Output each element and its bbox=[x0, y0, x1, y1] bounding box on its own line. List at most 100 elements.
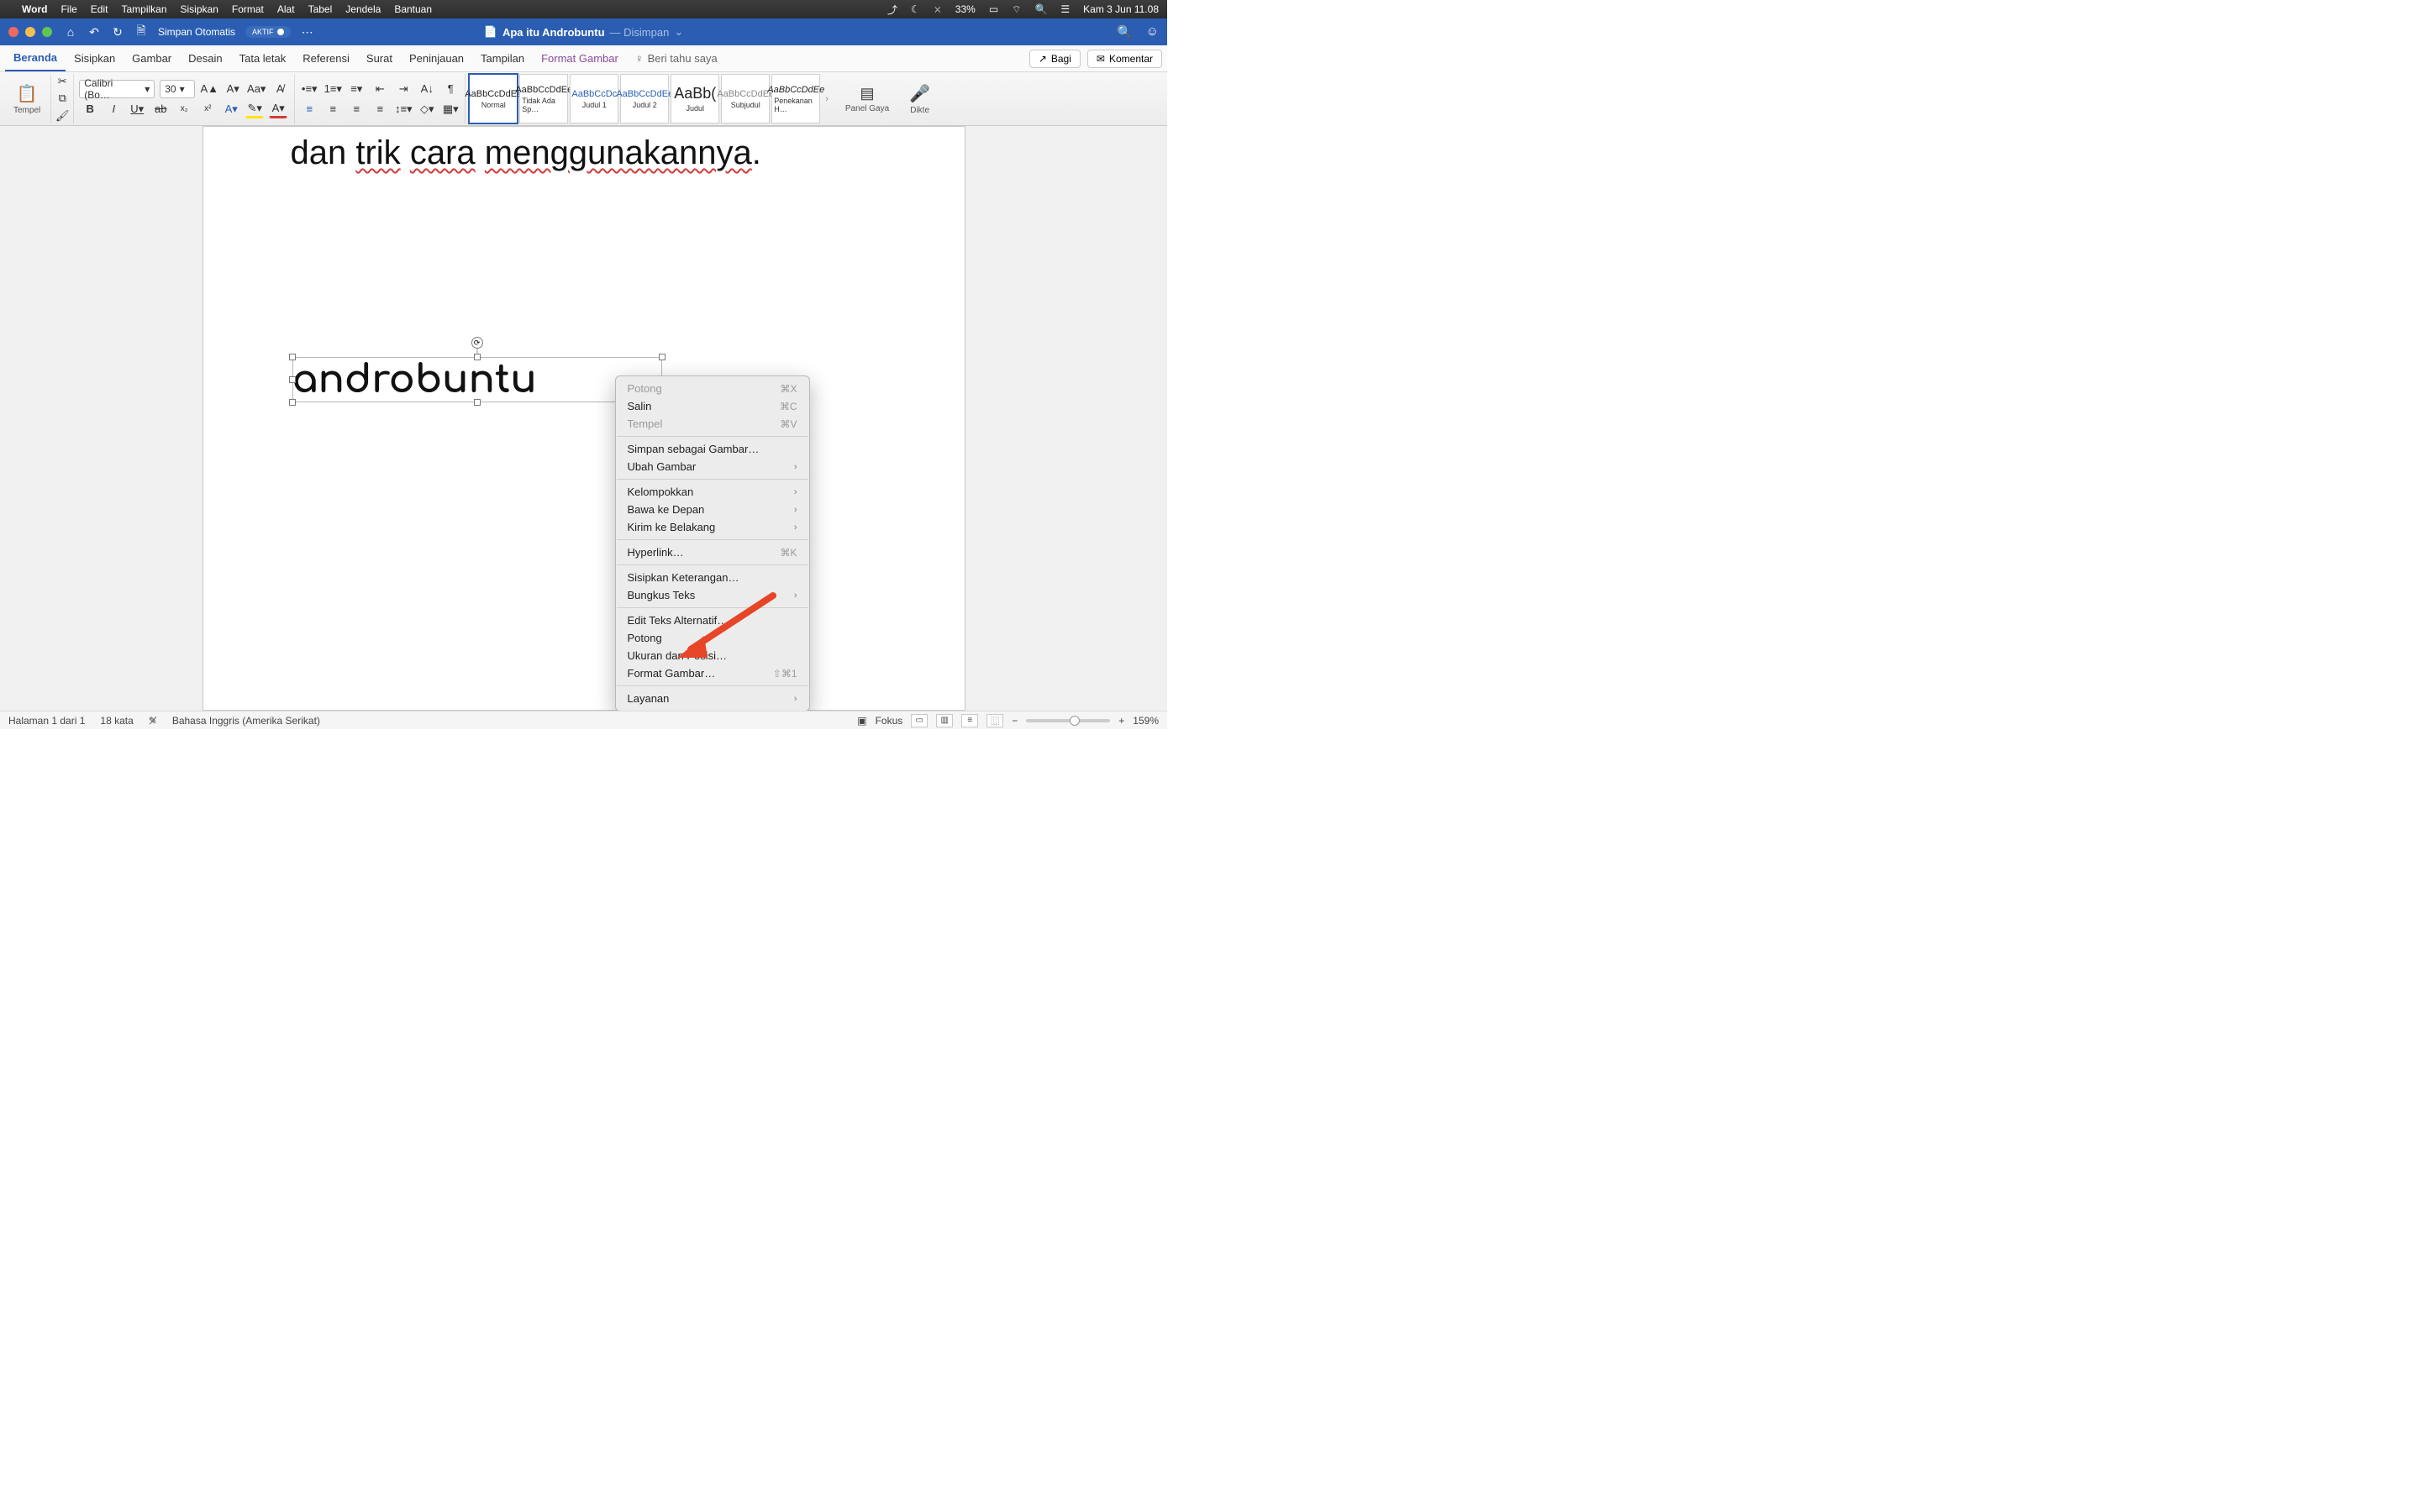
style-subtitle[interactable]: AaBbCcDdEeSubjudul bbox=[721, 74, 770, 123]
superscript-button[interactable]: x² bbox=[198, 100, 217, 118]
tell-me[interactable]: ♀ Beri tahu saya bbox=[627, 45, 726, 71]
shrink-font-icon[interactable]: A▾ bbox=[224, 80, 242, 98]
line-spacing-icon[interactable]: ↕≡▾ bbox=[394, 100, 413, 118]
style-heading1[interactable]: AaBbCcDcJudul 1 bbox=[570, 74, 618, 123]
zoom-slider[interactable] bbox=[1026, 719, 1110, 722]
style-emphasis[interactable]: AaBbCcDdEePenekanan H… bbox=[771, 74, 820, 123]
document-workspace[interactable]: dan trik cara menggunakannya. ⟳ androbun… bbox=[0, 126, 1167, 711]
styles-gallery[interactable]: AaBbCcDdEeNormal AaBbCcDdEeTidak Ada Sp…… bbox=[466, 74, 835, 123]
menu-format[interactable]: Format bbox=[232, 3, 264, 15]
ctx-crop[interactable]: Potong bbox=[616, 629, 809, 647]
menu-view[interactable]: Tampilkan bbox=[121, 3, 166, 15]
ctx-group[interactable]: Kelompokkan› bbox=[616, 483, 809, 501]
battery-icon[interactable]: ▭ bbox=[989, 3, 998, 15]
copy-icon[interactable]: ⧉ bbox=[53, 91, 71, 106]
wifi-icon[interactable]: ⌔ bbox=[1012, 3, 1021, 16]
format-painter-icon[interactable]: 🖌 bbox=[53, 108, 71, 123]
ctx-edit-alt-text[interactable]: Edit Teks Alternatif… bbox=[616, 612, 809, 629]
tab-insert[interactable]: Sisipkan bbox=[66, 45, 124, 71]
app-name[interactable]: Word bbox=[22, 3, 47, 15]
share-button[interactable]: ↗Bagi bbox=[1029, 50, 1081, 68]
cursor-icon[interactable]: ⤴ bbox=[887, 3, 897, 17]
tab-design[interactable]: Desain bbox=[180, 45, 230, 71]
font-name-select[interactable]: Calibri (Bo…▾ bbox=[79, 80, 155, 98]
menu-insert[interactable]: Sisipkan bbox=[181, 3, 218, 15]
redo-icon[interactable]: ↻ bbox=[111, 25, 124, 39]
style-normal[interactable]: AaBbCcDdEeNormal bbox=[469, 74, 518, 123]
multilevel-list-icon[interactable]: ≡▾ bbox=[347, 80, 366, 98]
italic-button[interactable]: I bbox=[104, 100, 123, 118]
spotlight-icon[interactable]: 🔍 bbox=[1034, 3, 1047, 15]
ctx-size-position[interactable]: Ukuran dan Posisi… bbox=[616, 647, 809, 664]
cut-icon[interactable]: ✂ bbox=[53, 74, 71, 89]
gallery-next-icon[interactable]: › bbox=[822, 74, 832, 123]
tab-references[interactable]: Referensi bbox=[294, 45, 358, 71]
view-web-button[interactable]: ≡ bbox=[961, 714, 978, 727]
dictate-button[interactable]: 🎤 Dikte bbox=[904, 83, 935, 115]
word-count[interactable]: 18 kata bbox=[100, 715, 133, 727]
page-indicator[interactable]: Halaman 1 dari 1 bbox=[8, 715, 85, 727]
control-center-icon[interactable]: ☰ bbox=[1060, 3, 1070, 15]
view-outline-button[interactable]: ⿲ bbox=[986, 714, 1003, 727]
font-color-icon[interactable]: A▾ bbox=[269, 100, 287, 118]
document-title[interactable]: 📄 Apa itu Androbuntu — Disimpan ⌄ bbox=[484, 25, 683, 39]
resize-handle-t[interactable] bbox=[474, 354, 481, 360]
align-left-icon[interactable]: ≡ bbox=[300, 100, 318, 118]
clock-text[interactable]: Kam 3 Jun 11.08 bbox=[1083, 3, 1159, 15]
bold-button[interactable]: B bbox=[81, 100, 99, 118]
zoom-value[interactable]: 159% bbox=[1133, 715, 1159, 727]
borders-icon[interactable]: ▦▾ bbox=[441, 100, 460, 118]
resize-handle-b[interactable] bbox=[474, 399, 481, 406]
align-right-icon[interactable]: ≡ bbox=[347, 100, 366, 118]
menu-table[interactable]: Tabel bbox=[308, 3, 333, 15]
ctx-copy[interactable]: Salin⌘C bbox=[616, 397, 809, 415]
proofing-icon[interactable]: ✎̸ bbox=[149, 715, 157, 727]
view-read-button[interactable]: ▭ bbox=[911, 714, 928, 727]
increase-indent-icon[interactable]: ⇥ bbox=[394, 80, 413, 98]
grow-font-icon[interactable]: A▲ bbox=[200, 80, 218, 98]
menu-help[interactable]: Bantuan bbox=[394, 3, 432, 15]
window-close-button[interactable] bbox=[8, 27, 18, 37]
style-title[interactable]: AaBb(Judul bbox=[671, 74, 719, 123]
document-text[interactable]: dan trik cara menggunakannya. bbox=[291, 127, 877, 174]
file-icon[interactable]: 🗎 bbox=[134, 25, 148, 39]
decrease-indent-icon[interactable]: ⇤ bbox=[371, 80, 389, 98]
tab-draw[interactable]: Gambar bbox=[124, 45, 180, 71]
ctx-format-picture[interactable]: Format Gambar…⇧⌘1 bbox=[616, 664, 809, 682]
resize-handle-l[interactable] bbox=[289, 376, 296, 383]
change-case-icon[interactable]: Aa▾ bbox=[247, 80, 266, 98]
ctx-bring-forward[interactable]: Bawa ke Depan› bbox=[616, 501, 809, 518]
tab-home[interactable]: Beranda bbox=[5, 45, 66, 71]
comments-button[interactable]: ✉Komentar bbox=[1087, 50, 1162, 68]
ctx-paste[interactable]: Tempel⌘V bbox=[616, 415, 809, 433]
tab-mailings[interactable]: Surat bbox=[358, 45, 401, 71]
show-marks-icon[interactable]: ¶ bbox=[441, 80, 460, 98]
ctx-change-picture[interactable]: Ubah Gambar› bbox=[616, 458, 809, 475]
undo-icon[interactable]: ↶ bbox=[87, 25, 101, 39]
subscript-button[interactable]: x₂ bbox=[175, 100, 193, 118]
window-zoom-button[interactable] bbox=[42, 27, 52, 37]
home-icon[interactable]: ⌂ bbox=[64, 25, 77, 39]
focus-mode-icon[interactable]: ▣ bbox=[857, 715, 866, 727]
justify-icon[interactable]: ≡ bbox=[371, 100, 389, 118]
ctx-insert-caption[interactable]: Sisipkan Keterangan… bbox=[616, 569, 809, 586]
rotate-handle[interactable]: ⟳ bbox=[471, 337, 483, 349]
style-heading2[interactable]: AaBbCcDdEeJudul 2 bbox=[620, 74, 669, 123]
ctx-send-backward[interactable]: Kirim ke Belakang› bbox=[616, 518, 809, 536]
window-minimize-button[interactable] bbox=[25, 27, 35, 37]
bluetooth-off-icon[interactable]: ⨯ bbox=[934, 3, 942, 15]
view-print-button[interactable]: ▥ bbox=[936, 714, 953, 727]
underline-button[interactable]: U▾ bbox=[128, 100, 146, 118]
highlight-icon[interactable]: ✎▾ bbox=[245, 100, 264, 118]
tab-view[interactable]: Tampilan bbox=[472, 45, 533, 71]
search-icon[interactable]: 🔍 bbox=[1117, 24, 1133, 39]
style-no-spacing[interactable]: AaBbCcDdEeTidak Ada Sp… bbox=[519, 74, 568, 123]
bullets-icon[interactable]: •≡▾ bbox=[300, 80, 318, 98]
styles-pane-button[interactable]: ▤ Panel Gaya bbox=[840, 85, 894, 113]
tab-review[interactable]: Peninjauan bbox=[401, 45, 472, 71]
language-indicator[interactable]: Bahasa Inggris (Amerika Serikat) bbox=[172, 715, 320, 727]
numbering-icon[interactable]: 1≡▾ bbox=[324, 80, 342, 98]
menu-file[interactable]: File bbox=[60, 3, 76, 15]
menu-window[interactable]: Jendela bbox=[345, 3, 381, 15]
ctx-services[interactable]: Layanan› bbox=[616, 690, 809, 707]
